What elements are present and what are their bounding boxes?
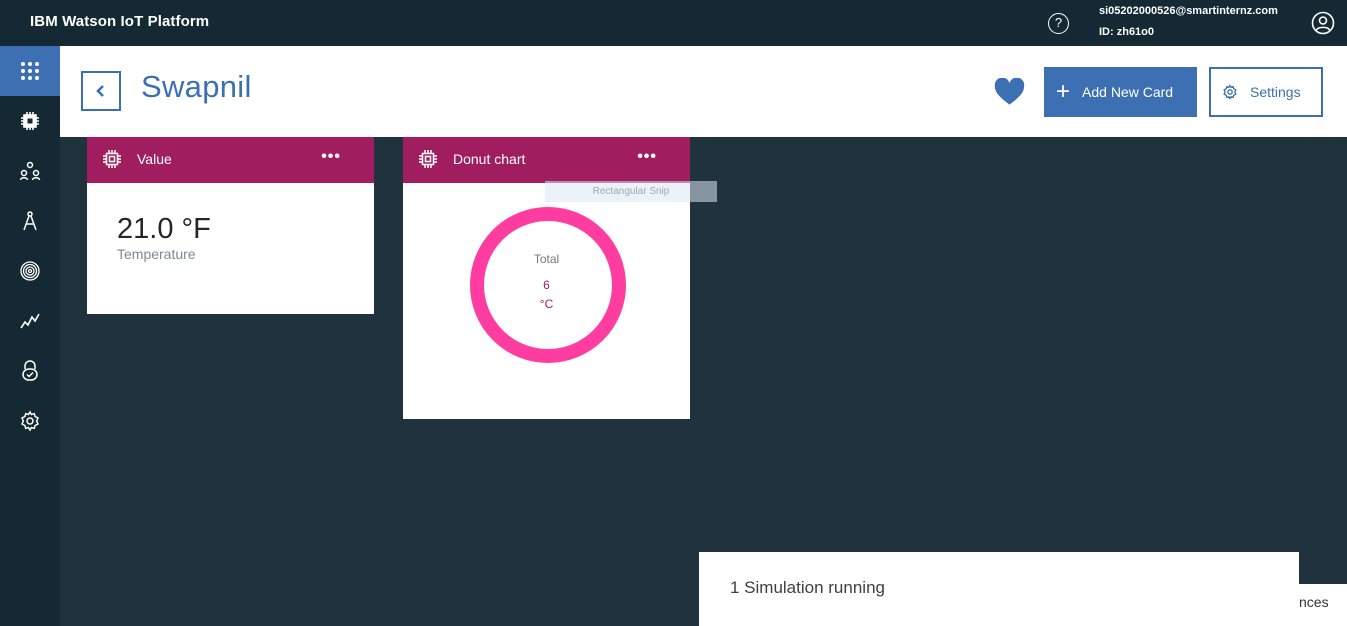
members-icon: [19, 161, 41, 181]
device-chip-icon: [21, 112, 39, 130]
donut-total-value: 6: [543, 278, 550, 292]
board-header: Swapnil + Add New Card Settings: [60, 46, 1347, 137]
back-button[interactable]: [81, 71, 121, 111]
user-avatar-icon[interactable]: [1311, 11, 1335, 35]
partial-panel[interactable]: nces: [1299, 584, 1347, 626]
snip-overlay-label: Rectangular Snip: [545, 181, 717, 202]
settings-button[interactable]: Settings: [1209, 67, 1323, 117]
apps-grid-icon: [21, 62, 39, 80]
chevron-left-icon: [96, 85, 104, 97]
settings-label: Settings: [1250, 84, 1301, 100]
card-header: Donut chart •••: [403, 137, 690, 183]
sidebar-item-members[interactable]: [0, 146, 60, 196]
gear-icon: [1223, 84, 1237, 100]
card-header: Value •••: [87, 137, 374, 183]
device-chip-icon: [419, 150, 437, 168]
sidebar-item-identity[interactable]: [0, 246, 60, 296]
top-bar: IBM Watson IoT Platform ? si05202000526@…: [0, 0, 1347, 46]
donut-card[interactable]: Donut chart ••• Total 6 °C: [403, 137, 690, 419]
sidebar-item-analytics[interactable]: [0, 296, 60, 346]
card-menu-icon[interactable]: •••: [321, 148, 341, 166]
sidebar-item-security[interactable]: [0, 346, 60, 396]
settings-gear-icon: [21, 410, 39, 432]
sidebar-item-devices[interactable]: [0, 96, 60, 146]
card-menu-icon[interactable]: •••: [637, 148, 657, 166]
sidebar: [0, 46, 60, 626]
analytics-icon: [20, 313, 40, 329]
plus-icon: +: [1056, 78, 1071, 105]
app-title[interactable]: IBM Watson IoT Platform: [30, 13, 209, 30]
donut-total-label: Total: [533, 252, 560, 266]
sidebar-item-apps[interactable]: [0, 196, 60, 246]
device-chip-icon: [103, 150, 121, 168]
card-title: Value: [137, 151, 172, 167]
simulation-toast[interactable]: 1 Simulation running: [699, 552, 1299, 626]
page-title: Swapnil: [141, 69, 252, 104]
favorite-heart-icon[interactable]: [994, 78, 1025, 106]
add-new-card-label: Add New Card: [1082, 84, 1174, 100]
value-card[interactable]: Value ••• 21.0 °F Temperature: [87, 137, 374, 314]
security-lock-icon: [22, 360, 38, 381]
apps-compass-icon: [23, 211, 37, 231]
help-icon[interactable]: ?: [1048, 13, 1069, 34]
simulation-status-text: 1 Simulation running: [730, 578, 885, 597]
sidebar-item-settings[interactable]: [0, 396, 60, 446]
card-title: Donut chart: [453, 151, 526, 167]
value-label: Temperature: [117, 246, 196, 262]
sidebar-item-boards[interactable]: [0, 46, 60, 96]
add-new-card-button[interactable]: + Add New Card: [1044, 67, 1197, 117]
donut-unit: °C: [539, 297, 554, 311]
value-reading: 21.0 °F: [117, 213, 211, 245]
user-org-id: ID: zh61o0: [1099, 26, 1155, 38]
fingerprint-icon: [20, 261, 40, 281]
user-email: si05202000526@smartinternz.com: [1099, 5, 1278, 17]
